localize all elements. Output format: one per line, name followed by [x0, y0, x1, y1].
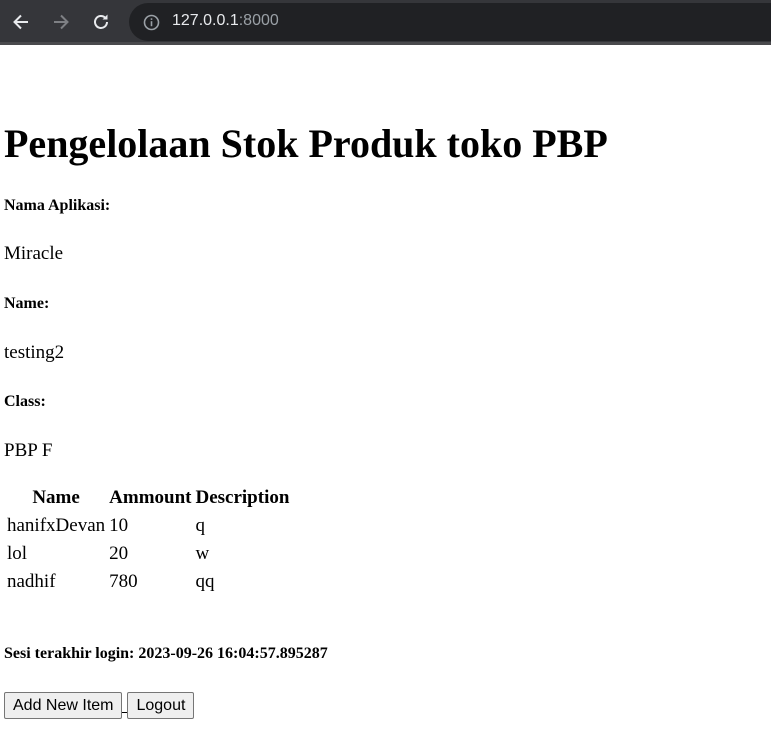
url-port: :8000: [238, 12, 279, 29]
name-value: testing2: [4, 342, 65, 363]
address-bar[interactable]: 127.0.0.1:8000: [129, 3, 771, 41]
table-header-row: Name Ammount Description: [6, 485, 290, 511]
cell-name: nadhif: [7, 571, 56, 592]
column-header-name: Name: [32, 487, 80, 508]
cell-amount: 10: [109, 515, 129, 536]
reload-icon: [94, 14, 108, 29]
forward-button[interactable]: [46, 7, 76, 37]
back-button[interactable]: [6, 7, 36, 37]
add-new-item-button[interactable]: Add New Item: [4, 692, 123, 719]
cell-amount: 780: [109, 571, 138, 592]
app-name-value: Miracle: [4, 243, 64, 264]
table-row: hanifxDevan 10 q: [6, 513, 290, 539]
cell-name: lol: [7, 543, 28, 564]
class-label: Class:: [4, 393, 46, 410]
name-label: Name:: [4, 295, 50, 312]
browser-toolbar: 127.0.0.1:8000: [0, 0, 771, 45]
url-text: 127.0.0.1:8000: [172, 12, 279, 30]
url-host: 127.0.0.1: [172, 12, 239, 29]
action-buttons: Add New Item Logout: [4, 692, 195, 719]
arrow-right-icon: [54, 14, 69, 30]
last-login-text: Sesi terakhir login: 2023-09-26 16:04:57…: [4, 645, 328, 662]
table-row: lol 20 w: [6, 541, 290, 567]
cell-description: w: [195, 543, 210, 564]
page-title: Pengelolaan Stok Produk toko PBP: [4, 121, 608, 166]
class-value: PBP F: [4, 440, 53, 461]
cell-amount: 20: [109, 543, 129, 564]
reload-button[interactable]: [86, 7, 116, 37]
table-row: nadhif 780 qq: [6, 569, 290, 595]
column-header-description: Description: [195, 487, 290, 508]
cell-description: q: [195, 515, 205, 536]
app-name-label: Nama Aplikasi:: [4, 197, 111, 214]
cell-name: hanifxDevan: [7, 515, 106, 536]
info-icon[interactable]: [143, 14, 160, 31]
cell-description: qq: [195, 571, 215, 592]
column-header-amount: Ammount: [109, 487, 192, 508]
product-table: Name Ammount Description hanifxDevan 10 …: [4, 483, 292, 597]
arrow-left-icon: [13, 14, 28, 30]
logout-button[interactable]: Logout: [127, 692, 195, 719]
